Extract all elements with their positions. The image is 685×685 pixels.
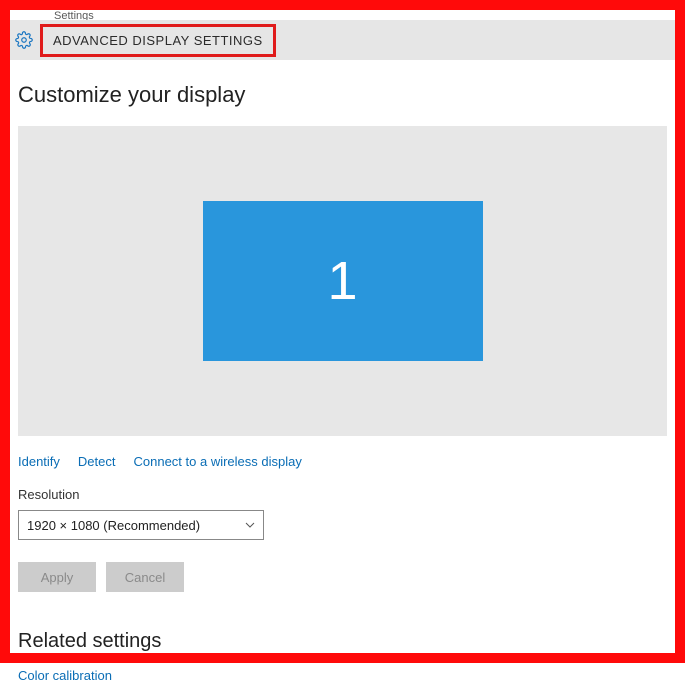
monitor-tile-1[interactable]: 1 (203, 201, 483, 361)
wireless-display-link[interactable]: Connect to a wireless display (134, 454, 302, 469)
resolution-label: Resolution (18, 487, 667, 502)
window-caption-truncated: Settings (10, 10, 675, 20)
cancel-button[interactable]: Cancel (106, 562, 184, 592)
display-link-row: Identify Detect Connect to a wireless di… (18, 454, 667, 469)
title-highlight-box: ADVANCED DISPLAY SETTINGS (40, 24, 276, 57)
color-calibration-link[interactable]: Color calibration (18, 668, 112, 683)
settings-gear-icon (14, 30, 34, 50)
monitor-number: 1 (327, 250, 357, 312)
resolution-value: 1920 × 1080 (Recommended) (27, 518, 200, 533)
action-button-row: Apply Cancel (18, 562, 667, 592)
header-bar: ADVANCED DISPLAY SETTINGS (10, 20, 675, 60)
detect-link[interactable]: Detect (78, 454, 116, 469)
page-title: ADVANCED DISPLAY SETTINGS (53, 33, 263, 48)
identify-link[interactable]: Identify (18, 454, 60, 469)
resolution-select[interactable]: 1920 × 1080 (Recommended) (18, 510, 264, 540)
display-preview-area: 1 (18, 126, 667, 436)
related-settings-heading: Related settings (18, 630, 667, 653)
chevron-down-icon (245, 520, 255, 531)
customize-heading: Customize your display (18, 82, 667, 108)
apply-button[interactable]: Apply (18, 562, 96, 592)
